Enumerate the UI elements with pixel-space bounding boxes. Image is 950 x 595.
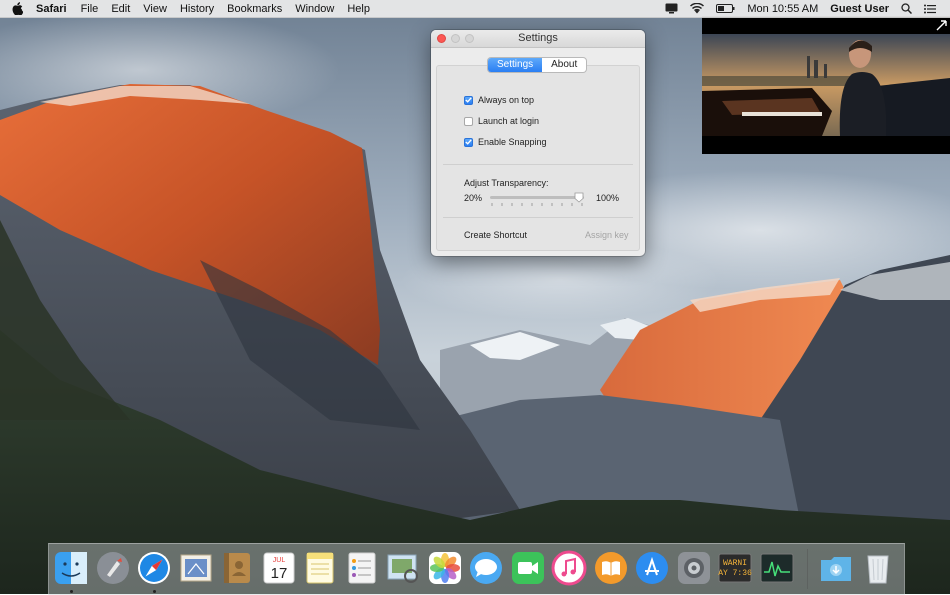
messages-icon [470, 552, 502, 584]
safari-icon [138, 552, 170, 584]
slider-track[interactable] [490, 196, 584, 199]
trash-icon [867, 555, 889, 584]
apple-menu-icon[interactable] [12, 2, 26, 15]
menu-bookmarks[interactable]: Bookmarks [227, 3, 282, 15]
spotlight-icon[interactable] [901, 3, 912, 14]
menu-file[interactable]: File [81, 3, 99, 15]
dock-item-preview[interactable] [385, 550, 421, 586]
wifi-icon[interactable] [690, 3, 705, 14]
dock-item-safari[interactable] [136, 550, 172, 586]
photos-icon [429, 552, 461, 584]
dock-running-indicator [153, 590, 156, 593]
dock-item-mail[interactable] [178, 550, 214, 586]
dock-item-facetime[interactable] [510, 550, 546, 586]
dock-item-trash[interactable] [860, 550, 896, 586]
dock-item-notes[interactable] [302, 550, 338, 586]
dock-item-system-preferences[interactable] [676, 550, 712, 586]
calendar-icon: JUL17 [263, 552, 295, 584]
settings-window: Settings Settings About Always on top La… [431, 30, 645, 256]
slider-ticks [491, 203, 583, 206]
dock-item-messages[interactable] [468, 550, 504, 586]
app-menu-safari[interactable]: Safari [36, 3, 67, 15]
assign-key-field[interactable]: Assign key [585, 230, 629, 240]
tab-bar: Settings About [488, 58, 587, 72]
calendar-day: 17 [271, 565, 288, 582]
divider [443, 217, 633, 218]
mail-icon [180, 554, 212, 582]
menu-history[interactable]: History [180, 3, 214, 15]
dock-separator [807, 549, 808, 589]
reminders-icon [348, 552, 376, 584]
menu-window[interactable]: Window [295, 3, 334, 15]
notification-center-icon[interactable] [924, 4, 936, 14]
dock-item-finder[interactable] [53, 550, 89, 586]
video-player[interactable] [702, 16, 950, 154]
dock-item-photos[interactable] [427, 550, 463, 586]
system-preferences-icon [678, 552, 710, 584]
dock-running-indicator [70, 590, 73, 593]
menu-help[interactable]: Help [347, 3, 370, 15]
notes-icon [306, 552, 334, 584]
dock-item-ibooks[interactable] [593, 550, 629, 586]
downloads-icon [821, 557, 851, 581]
battery-icon[interactable] [716, 4, 735, 13]
contacts-icon [224, 553, 250, 583]
menu-bar: Safari File Edit View History Bookmarks … [0, 0, 950, 18]
settings-panel: Always on top Launch at login Enable Sna… [436, 65, 640, 251]
console-text-line: AY 7:36 [718, 569, 752, 578]
launchpad-icon [97, 552, 129, 584]
dock-item-activity-monitor[interactable] [759, 550, 795, 586]
dock-item-console[interactable]: WARNI AY 7:36 [717, 550, 753, 586]
display-icon[interactable] [665, 3, 678, 14]
dock-item-reminders[interactable] [344, 550, 380, 586]
tab-about[interactable]: About [542, 58, 586, 72]
dock-item-launchpad[interactable] [95, 550, 131, 586]
create-shortcut-label: Create Shortcut [464, 230, 528, 240]
facetime-icon [512, 552, 544, 584]
menu-view[interactable]: View [143, 3, 167, 15]
ibooks-icon [595, 552, 627, 584]
itunes-icon [551, 550, 587, 586]
slider-thumb[interactable] [574, 192, 584, 203]
dock-item-app-store[interactable] [634, 550, 670, 586]
dock: JUL 17 WARNI AY 7:36 [48, 543, 905, 595]
clock[interactable]: Mon 10:55 AM [747, 3, 818, 15]
app-store-icon [636, 552, 668, 584]
dock-item-contacts[interactable] [219, 550, 255, 586]
activity-monitor-icon [760, 553, 794, 583]
dock-item-calendar[interactable]: JUL 17 [261, 550, 297, 586]
console-icon: WARNIAY 7:36 [718, 553, 752, 583]
preview-icon [387, 554, 418, 583]
user-menu[interactable]: Guest User [830, 3, 889, 15]
menu-edit[interactable]: Edit [111, 3, 130, 15]
tab-settings[interactable]: Settings [488, 58, 543, 72]
finder-icon [55, 552, 87, 584]
calendar-month: JUL [273, 557, 286, 564]
console-text-line: WARNI [723, 559, 747, 568]
dock-item-downloads[interactable] [818, 550, 854, 586]
dock-item-itunes[interactable] [551, 550, 587, 586]
